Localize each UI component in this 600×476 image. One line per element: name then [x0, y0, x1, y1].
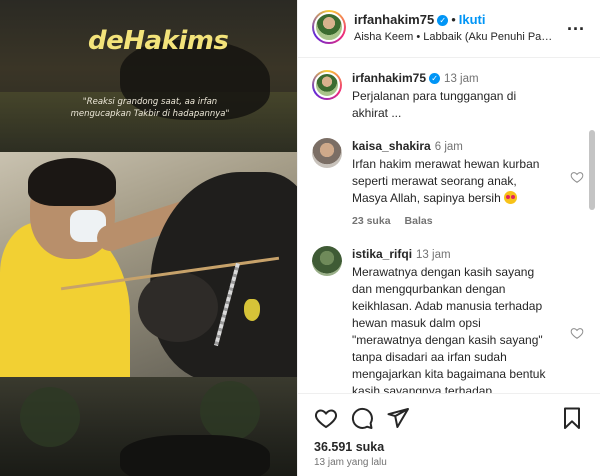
comment-text: Merawatnya dengan kasih sayang dan mengq… [352, 265, 546, 393]
post-caption: irfanhakim75 ✓ 13 jam Perjalanan para tung… [312, 70, 582, 130]
likes-count[interactable]: 36.591 suka [314, 440, 384, 454]
author-avatar[interactable] [312, 10, 346, 44]
heart-icon[interactable] [314, 406, 338, 430]
post-timestamp[interactable]: 13 jam yang lalu [314, 457, 387, 468]
comment-username[interactable]: istika_rifqi [352, 247, 412, 261]
post-actions: 36.591 suka 13 jam yang lalu [298, 393, 600, 476]
media-main-scene [0, 152, 297, 377]
share-icon[interactable] [386, 406, 410, 430]
heart-eyes-emoji-icon [504, 191, 518, 204]
media-brand-logo: deHakims [88, 26, 229, 56]
reply-button[interactable]: Balas [405, 215, 433, 227]
comment-meta: 23 suka Balas [352, 215, 552, 227]
scene-cow-snout [138, 272, 218, 342]
follow-button[interactable]: Ikuti [459, 12, 486, 27]
author-avatar-image [314, 12, 344, 42]
comment-head: kaisa_shakira 6 jam [352, 138, 552, 155]
verified-badge-icon: ✓ [437, 15, 449, 26]
header-separator: • [451, 12, 456, 27]
comment-like-heart-icon[interactable] [570, 326, 584, 340]
comment-time[interactable]: 13 jam [416, 249, 451, 261]
author-username[interactable]: irfanhakim75 [354, 12, 434, 27]
comment-text: Irfan hakim merawat hewan kurban seperti… [352, 156, 552, 207]
comment-item: istika_rifqi 13 jam Merawatnya dengan kas… [312, 246, 584, 393]
comment-time[interactable]: 13 jam [444, 73, 479, 85]
post-media[interactable]: deHakims "Reaksi grandong saat, aa irfan… [0, 0, 297, 476]
verified-badge-icon: ✓ [429, 73, 441, 84]
comment-username[interactable]: irfanhakim75 [352, 71, 426, 85]
caption-text: Perjalanan para tunggangan di akhirat ..… [352, 89, 517, 120]
comment-item: kaisa_shakira 6 jam Irfan hakim merawat h… [312, 138, 584, 228]
bookmark-icon[interactable] [560, 406, 584, 430]
more-icon[interactable]: ... [567, 14, 585, 35]
caption-head: irfanhakim75 ✓ 13 jam [352, 70, 552, 87]
post-panel: irfanhakim75 ✓ • Ikuti Aisha Keem • Labbaik… [297, 0, 600, 476]
comment-avatar[interactable] [312, 138, 342, 168]
comments-scrollbar[interactable] [589, 130, 595, 210]
comment-body: kaisa_shakira 6 jam Irfan hakim merawat h… [352, 138, 552, 227]
comment-time[interactable]: 6 jam [435, 141, 463, 153]
caption-author-avatar[interactable] [312, 70, 342, 100]
scene-person-hair [28, 158, 116, 206]
comment-icon[interactable] [350, 406, 374, 430]
media-bottom-frame [0, 377, 297, 476]
audio-track-link[interactable]: Aisha Keem • Labbaik (Aku Penuhi Panggil… [354, 31, 554, 43]
caption-author-avatar-image [314, 72, 340, 98]
comment-avatar[interactable] [312, 246, 342, 276]
caption-body: irfanhakim75 ✓ 13 jam Perjalanan para tung… [352, 70, 552, 122]
media-caption: "Reaksi grandong saat, aa irfan mengucap… [70, 97, 230, 120]
comment-username[interactable]: kaisa_shakira [352, 139, 431, 153]
post-header: irfanhakim75 ✓ • Ikuti Aisha Keem • Labbaik… [298, 0, 600, 58]
comment-likes-count[interactable]: 23 suka [352, 215, 391, 227]
media-tree [200, 381, 260, 441]
media-tree [20, 387, 80, 447]
author-line: irfanhakim75 ✓ • Ikuti [354, 12, 486, 27]
scene-ear-tag [244, 299, 260, 321]
comments-list[interactable]: irfanhakim75 ✓ 13 jam Perjalanan para tung… [298, 58, 600, 393]
media-top-frame: deHakims "Reaksi grandong saat, aa irfan… [0, 0, 297, 152]
comment-like-heart-icon[interactable] [570, 170, 584, 184]
comment-body: istika_rifqi 13 jam Merawatnya dengan kas… [352, 246, 552, 393]
comment-head: istika_rifqi 13 jam [352, 246, 552, 263]
media-cow-silhouette [120, 435, 270, 476]
